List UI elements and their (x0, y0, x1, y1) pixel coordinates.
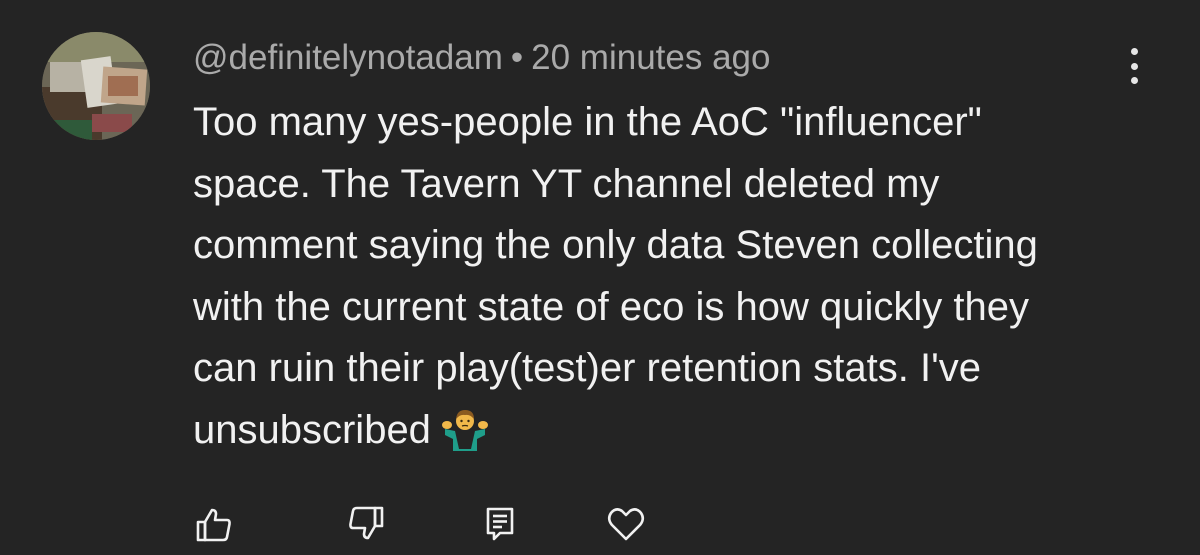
comment-line: with the current state of eco is how qui… (193, 284, 1029, 329)
reply-button[interactable] (478, 502, 522, 546)
timestamp[interactable]: 20 minutes ago (531, 38, 770, 77)
comment-line: comment saying the only data Steven coll… (193, 223, 1038, 267)
comment-meta: @definitelynotadam • 20 minutes ago (193, 36, 770, 80)
vertical-ellipsis-icon (1130, 48, 1138, 55)
more-options-button[interactable] (1118, 44, 1150, 88)
thumbs-down-icon (349, 506, 384, 540)
avatar[interactable] (42, 32, 150, 140)
avatar-photo (42, 32, 150, 140)
like-button[interactable] (192, 502, 236, 546)
comment-last-line: unsubscribed (193, 400, 1153, 470)
comment-line: can ruin their play(test)er retention st… (193, 346, 981, 390)
author-name[interactable]: @definitelynotadam (193, 38, 503, 77)
heart-icon (607, 508, 645, 541)
dislike-button[interactable] (344, 502, 388, 546)
comment-line: unsubscribed (193, 407, 431, 452)
ellipsis-dot (1130, 62, 1138, 70)
thumbs-up-icon (196, 508, 231, 542)
comment-line: space. The Tavern YT channel deleted my (193, 161, 940, 206)
comment-action-bar (0, 502, 1200, 546)
meta-separator: • (510, 38, 524, 77)
comment-text: Too many yes-people in the AoC "influenc… (193, 92, 1153, 469)
heart-button[interactable] (604, 502, 648, 546)
person-shrugging-emoji (441, 403, 489, 470)
reply-comment-icon (486, 507, 514, 541)
ellipsis-dot (1130, 77, 1138, 84)
comment-line: Too many yes-people in the AoC "influenc… (193, 100, 982, 144)
